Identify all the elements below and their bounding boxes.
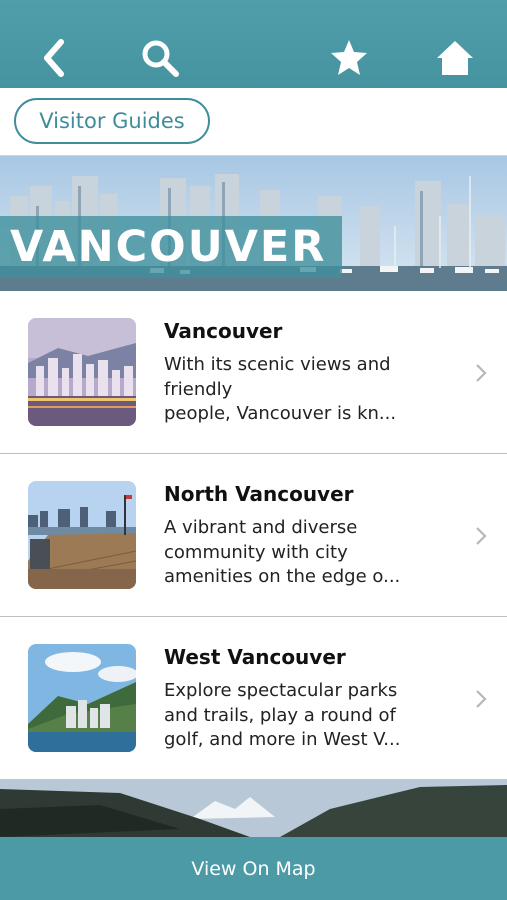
guides-row: Visitor Guides bbox=[0, 88, 507, 156]
hero-banner: VANCOUVER bbox=[0, 156, 507, 291]
list-item-title: West Vancouver bbox=[164, 645, 346, 669]
home-icon[interactable] bbox=[433, 36, 477, 80]
top-navigation-bar bbox=[0, 0, 507, 88]
list-item-description: With its scenic views and friendly peopl… bbox=[164, 354, 397, 424]
chevron-right-icon bbox=[476, 690, 487, 708]
list-item-west-vancouver[interactable]: West Vancouver Explore spectacular parks… bbox=[0, 617, 507, 780]
chevron-right-icon bbox=[476, 527, 487, 545]
view-on-map-button[interactable]: View On Map bbox=[0, 837, 507, 900]
list-item-title: North Vancouver bbox=[164, 482, 354, 506]
chevron-right-icon bbox=[476, 364, 487, 382]
list-item-description: A vibrant and diverse community with cit… bbox=[164, 517, 401, 587]
vancouver-thumbnail bbox=[28, 318, 136, 426]
west-vancouver-thumbnail bbox=[28, 644, 136, 752]
star-icon[interactable] bbox=[327, 36, 371, 80]
guide-list: Vancouver With its scenic views and frie… bbox=[0, 291, 507, 780]
hero-title: VANCOUVER bbox=[0, 216, 343, 278]
list-item-north-vancouver[interactable]: North Vancouver A vibrant and diverse co… bbox=[0, 454, 507, 617]
footer-mountain-image bbox=[0, 779, 507, 837]
search-icon[interactable] bbox=[138, 36, 182, 80]
list-item-vancouver[interactable]: Vancouver With its scenic views and frie… bbox=[0, 291, 507, 454]
list-item-title: Vancouver bbox=[164, 319, 283, 343]
back-chevron-icon[interactable] bbox=[32, 36, 76, 80]
view-on-map-label: View On Map bbox=[191, 857, 316, 880]
list-item-description: Explore spectacular parks and trails, pl… bbox=[164, 680, 401, 750]
visitor-guides-button[interactable]: Visitor Guides bbox=[14, 98, 210, 144]
north-vancouver-thumbnail bbox=[28, 481, 136, 589]
